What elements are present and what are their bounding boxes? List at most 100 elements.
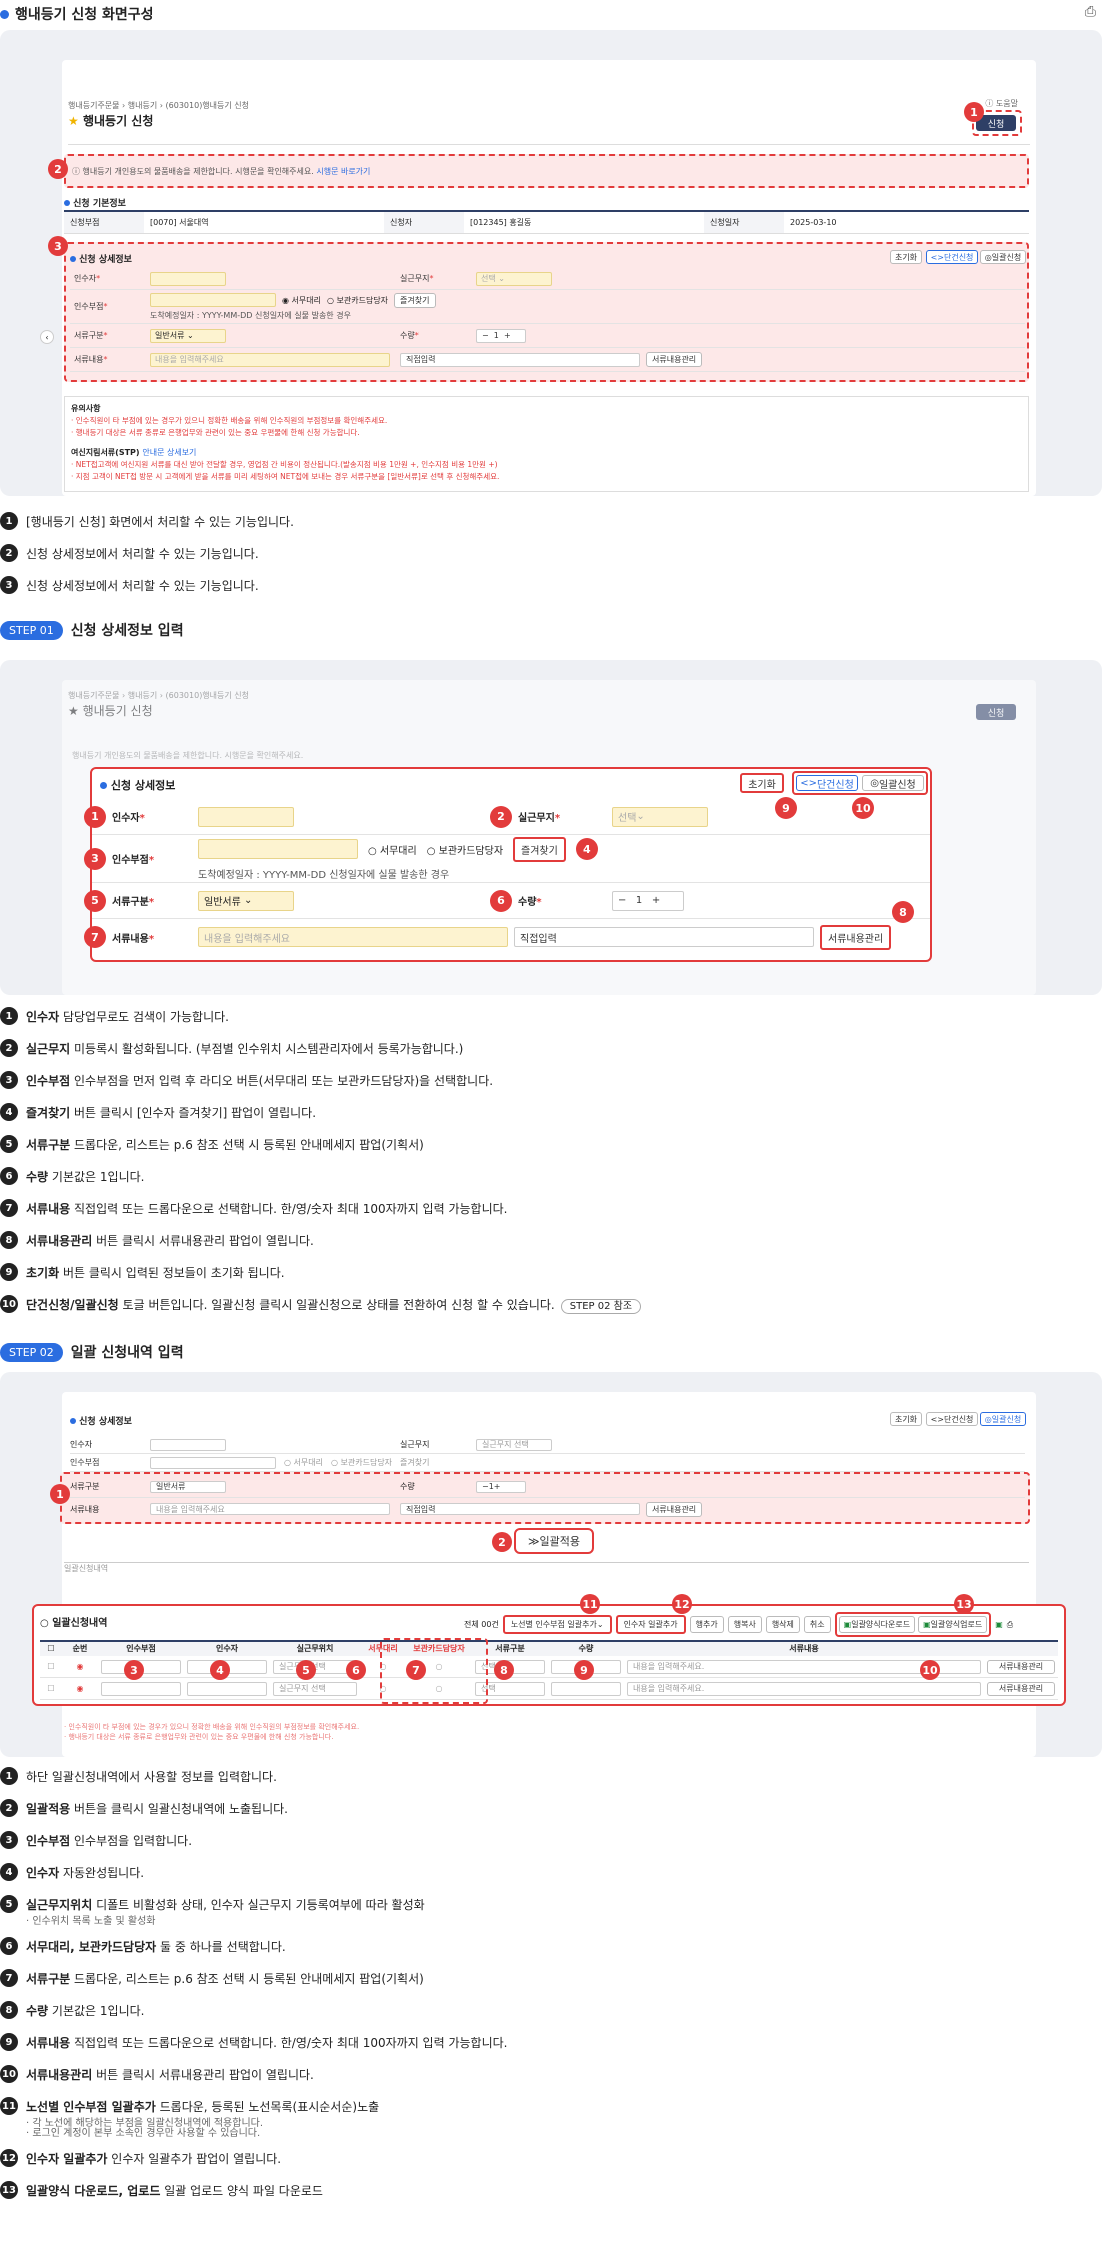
type-select[interactable]: 일반서류 [150, 1480, 226, 1493]
type-select[interactable]: 일반서류 ⌄ [150, 328, 226, 343]
list-desc: 드롭다운, 리스트는 p.6 참조 선택 시 등록된 안내메세지 팝업(기획서) [74, 1971, 424, 1986]
radio-secretary[interactable]: ◉ 서무대리 [282, 295, 321, 306]
list-term: 서류구분 [26, 1971, 71, 1986]
content-input[interactable]: 내용을 입력해주세요 [198, 927, 508, 947]
excel-icon[interactable]: ▣ [995, 1620, 1003, 1629]
single-toggle[interactable]: <> 단건신청 [926, 250, 978, 264]
content-select[interactable]: 직접입력 [514, 927, 814, 947]
dept-label: 인수부점* [112, 855, 155, 866]
single-toggle[interactable]: <> 단건신청 [796, 775, 858, 791]
step1-title: 신청 상세정보 입력 [70, 623, 184, 639]
bulk-toggle[interactable]: ◎ 일괄신청 [980, 250, 1026, 264]
reset-button[interactable]: 초기화 [890, 1412, 922, 1426]
radio-card[interactable]: ○ 보관카드담당자 [427, 842, 503, 857]
favorite-button[interactable]: 즐겨찾기 [513, 836, 566, 862]
floor-select[interactable]: 선택 ⌄ [612, 806, 708, 827]
caution-line: · 인수직원이 타 부점에 있는 경우가 있으니 정확한 배송을 위해 인수직원… [71, 416, 388, 425]
number-badge: 8 [0, 2001, 18, 2019]
favorite-button[interactable]: 즐겨찾기 [400, 1457, 429, 1468]
content-input[interactable]: 내용을 입력해주세요 [150, 1503, 390, 1515]
step-ref-chip[interactable]: STEP 02 참조 [560, 1298, 642, 1314]
floor-select[interactable]: 선택 ⌄ [476, 271, 552, 286]
radio-secretary[interactable]: ○ 서무대리 [368, 842, 417, 857]
list-term: 인수자 일괄추가 [26, 2151, 108, 2166]
dept-input[interactable] [150, 293, 276, 307]
type-select[interactable]: 일반서류 ⌄ [198, 890, 294, 911]
floor-cell-select[interactable]: 실근무지 선택 [270, 1681, 360, 1696]
radio-card[interactable]: ○ 보관카드담당자 [331, 1457, 392, 1468]
list-text: 노선별 인수부점 일괄추가 드롭다운, 등록된 노선목록(표시순서순)노출 [26, 2098, 379, 2115]
radio-card[interactable]: ○ 보관카드담당자 [327, 295, 388, 306]
recipient-bulk-add-button[interactable]: 인수자 일괄추가 [615, 1615, 686, 1634]
basic-value: 2025-03-10 [790, 218, 837, 227]
qty-stepper[interactable]: − 1 + [476, 328, 526, 343]
radio-secretary[interactable]: ○ 서무대리 [284, 1457, 323, 1468]
favorite-button[interactable]: 즐겨찾기 [394, 292, 436, 308]
stp-title-text: 여신지림서류(STP) [71, 448, 140, 457]
notice-link[interactable]: 시행문 바로가기 [316, 167, 370, 176]
content-manage-button[interactable]: 서류내용관리 [984, 1681, 1058, 1696]
single-toggle[interactable]: <> 단건신청 [926, 1412, 978, 1426]
list-text: 수량 기본값은 1입니다. [26, 1168, 144, 1185]
qty-cell-input[interactable] [548, 1681, 624, 1696]
route-bulk-add-button[interactable]: 노선별 인수부점 일괄추가 ⌄ [502, 1615, 612, 1634]
template-download-button[interactable]: ▣ 일괄양식다운로드 [838, 1616, 916, 1633]
collapse-arrow-icon[interactable]: ‹ [40, 330, 54, 344]
print-icon[interactable]: ⎙ [1007, 1620, 1013, 1630]
content-manage-button[interactable]: 서류내용관리 [984, 1659, 1058, 1674]
cancel-button[interactable]: 취소 [803, 1616, 831, 1633]
content-select[interactable]: 직접입력 [400, 1503, 640, 1515]
list-desc: 신청 상세정보에서 처리할 수 있는 기능입니다. [26, 546, 259, 561]
list-text: 단건신청/일괄신청 토글 버튼입니다. 일괄신청 클릭시 일괄신청으로 상태를 … [26, 1296, 642, 1314]
template-upload-button[interactable]: ▣ 일괄양식업로드 [918, 1616, 988, 1633]
list-text: 서류내용관리 버튼 클릭시 서류내용관리 팝업이 열립니다. [26, 1232, 314, 1249]
content-manage-button-box: 서류내용관리 [987, 1681, 1055, 1696]
doc-title: 행내등기 신청 화면구성 [0, 4, 154, 24]
list-desc: 자동완성됩니다. [62, 1865, 145, 1880]
recipient-input[interactable] [198, 806, 294, 827]
add-row-button[interactable]: 행추가 [689, 1616, 724, 1633]
notice-text: 행내등기 개인용도의 물품배송을 제한합니다. 시행문을 확인해주세요. [82, 167, 314, 176]
floor-cell-select-box: 실근무지 선택 [273, 1681, 357, 1696]
content-manage-button[interactable]: 서류내용관리 [820, 924, 892, 950]
qty-stepper[interactable]: − 1 + [612, 890, 684, 911]
content-select[interactable]: 직접입력 [400, 352, 640, 367]
help-link[interactable]: ⓘ 도움말 [985, 98, 1018, 109]
row-checkbox[interactable]: ☐ [40, 1662, 62, 1671]
dept-input[interactable] [150, 1456, 276, 1469]
form-row: 서류구분 일반서류 수량 − 1 + [70, 1476, 1025, 1498]
dept-input[interactable] [198, 839, 358, 859]
content-input[interactable]: 내용을 입력해주세요 [150, 352, 390, 367]
content-manage-button[interactable]: 서류내용관리 [646, 352, 703, 367]
form-row: 서류구분* 일반서류 ⌄ 수량* − 1 + [70, 324, 1025, 348]
bulk-toggle[interactable]: ◎ 일괄신청 [862, 775, 924, 791]
bulk-toggle[interactable]: ◎ 일괄신청 [980, 1412, 1026, 1426]
reset-button[interactable]: 초기화 [740, 773, 784, 793]
stp-title: 여신지림서류(STP) 안내문 상세보기 [71, 447, 1022, 459]
list-desc: 드롭다운, 리스트는 p.6 참조 선택 시 등록된 안내메세지 팝업(기획서) [74, 1137, 424, 1152]
print-icon[interactable]: ⎙ [1085, 4, 1096, 20]
dept-cell-input[interactable] [98, 1681, 184, 1696]
list-item: 9 초기화 버튼 클릭시 입력된 정보들이 초기화 됩니다. [0, 1256, 1102, 1288]
floor-select[interactable]: 실근무지 선택 [476, 1438, 552, 1451]
reset-button[interactable]: 초기화 [890, 250, 922, 264]
page-title-text: 행내등기 신청 [82, 704, 153, 718]
content-cell-input[interactable]: 내용을 입력해주세요. [624, 1681, 984, 1696]
recipient-input[interactable] [150, 271, 226, 286]
list-desc: 디폴트 비활성화 상태, 인수자 실근무지 기등록여부에 따라 활성화 [96, 1897, 425, 1912]
content-manage-button[interactable]: 서류내용관리 [646, 1501, 703, 1517]
marker-9: 9 [574, 1660, 594, 1680]
marker-3: 3 [84, 847, 106, 870]
copy-row-button[interactable]: 행복사 [727, 1616, 762, 1633]
bulk-apply-button[interactable]: ≫ 일괄적용 [514, 1528, 594, 1554]
qty-stepper[interactable]: − 1 + [476, 1480, 526, 1493]
recipient-input[interactable] [150, 1438, 226, 1451]
delete-row-button[interactable]: 행삭제 [765, 1616, 800, 1633]
list-text: 인수부점 인수부점을 먼저 입력 후 라디오 버튼(서무대리 또는 보관카드담당… [26, 1072, 493, 1089]
submit-button[interactable]: 신청 [976, 704, 1016, 720]
list-term: 실근무지 [26, 1041, 71, 1056]
recipient-cell-input[interactable] [184, 1681, 270, 1696]
row-checkbox[interactable]: ☐ [40, 1684, 62, 1693]
marker-10: 10 [920, 1660, 940, 1680]
stp-link[interactable]: 안내문 상세보기 [142, 448, 196, 457]
